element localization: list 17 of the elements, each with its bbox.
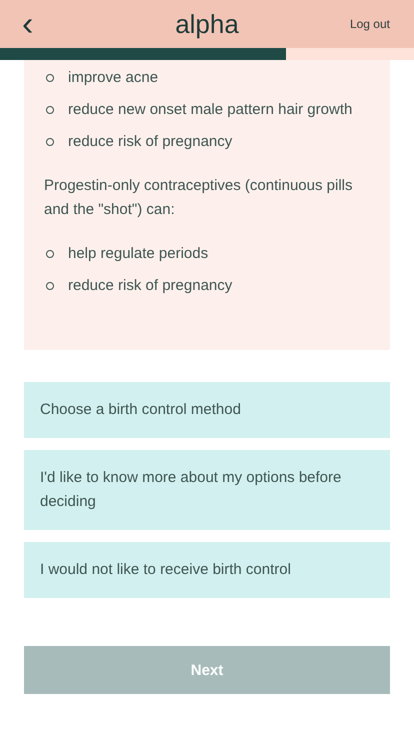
bullet-icon <box>46 106 54 114</box>
bullet-icon <box>46 74 54 82</box>
logout-link[interactable]: Log out <box>350 17 390 31</box>
bullet-icon <box>46 138 54 146</box>
bullet-text: help regulate periods <box>68 244 208 264</box>
back-button[interactable]: ‹ <box>18 4 38 44</box>
bullet-icon <box>46 282 54 290</box>
bullet-icon <box>46 250 54 258</box>
option-button[interactable]: I would not like to receive birth control <box>24 542 390 598</box>
bullet-text: reduce new onset male pattern hair growth <box>68 100 352 120</box>
bullet-text: improve acne <box>68 68 158 88</box>
bullet-text: reduce risk of pregnancy <box>68 132 232 152</box>
bullet-text: reduce risk of pregnancy <box>68 276 232 296</box>
option-button[interactable]: I'd like to know more about my options before deciding <box>24 450 390 530</box>
option-button[interactable]: Choose a birth control method <box>24 382 390 438</box>
logo: alpha <box>175 8 239 40</box>
paragraph: Progestin-only contraceptives (continuous pills and the "shot") can: <box>44 176 354 220</box>
